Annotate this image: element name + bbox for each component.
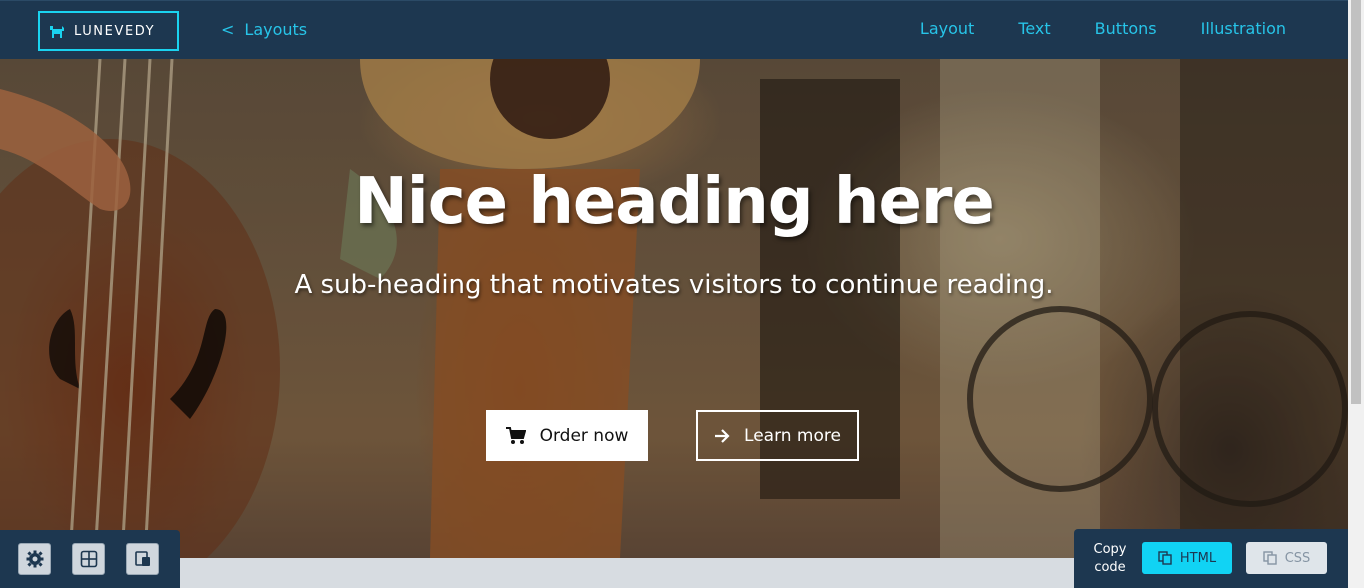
nav-item-illustration[interactable]: Illustration (1201, 19, 1286, 38)
brand-logo-box[interactable]: LUNEVEDY (38, 11, 179, 51)
hero-content: Nice heading here A sub-heading that mot… (0, 59, 1348, 558)
nav-item-layout[interactable]: Layout (920, 19, 974, 38)
back-to-layouts-link[interactable]: < Layouts (221, 20, 307, 39)
learn-more-button[interactable]: Learn more (696, 410, 859, 461)
chevron-left-icon: < (221, 20, 235, 39)
hero-heading: Nice heading here (354, 165, 995, 239)
order-now-button[interactable]: Order now (486, 410, 648, 461)
hero-subheading: A sub-heading that motivates visitors to… (294, 270, 1054, 300)
hero-section: Nice heading here A sub-heading that mot… (0, 59, 1348, 558)
nav-item-buttons[interactable]: Buttons (1095, 19, 1157, 38)
learn-more-label: Learn more (744, 425, 841, 446)
order-now-label: Order now (539, 425, 629, 446)
cart-icon (505, 426, 526, 444)
dog-logo-icon (50, 26, 64, 38)
arrow-right-icon (715, 428, 730, 443)
scrollbar-thumb[interactable] (1351, 0, 1361, 404)
back-link-label: Layouts (244, 20, 308, 39)
main-nav: Layout Text Buttons Illustration (920, 19, 1286, 38)
vertical-scrollbar[interactable] (1348, 0, 1364, 588)
brand-name: LUNEVEDY (74, 23, 156, 39)
nav-item-text[interactable]: Text (1018, 19, 1050, 38)
top-navbar: LUNEVEDY < Layouts Layout Text Buttons I… (0, 0, 1348, 59)
